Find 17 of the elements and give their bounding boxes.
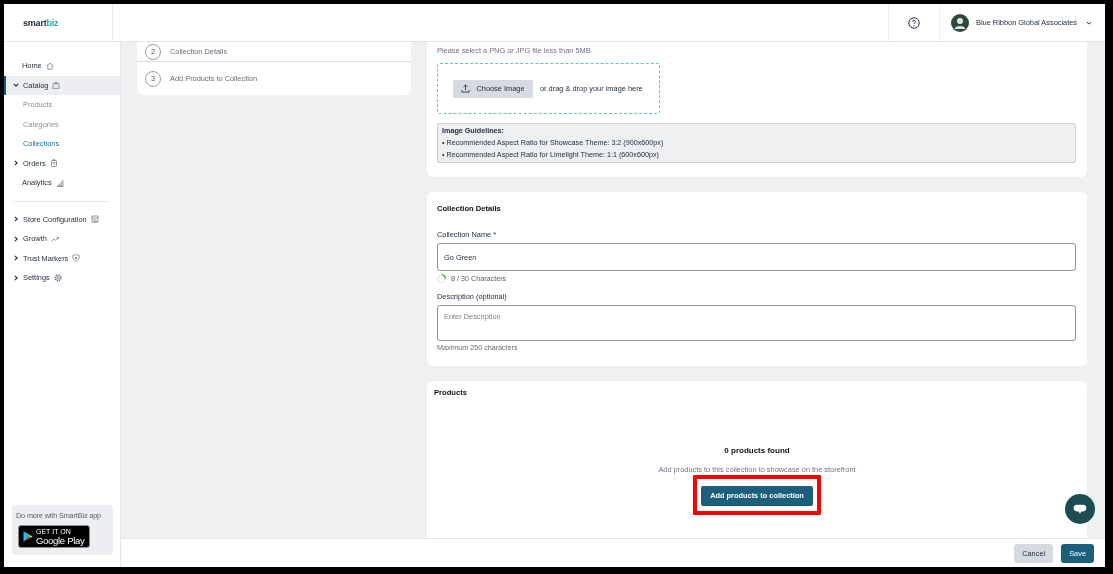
home-icon [45, 61, 54, 70]
logo: smartbiz [23, 17, 59, 28]
settings-icon [53, 273, 62, 282]
speech-bubble-icon [1073, 503, 1087, 515]
help-icon[interactable] [908, 16, 920, 29]
chevron-down-icon [1086, 20, 1093, 25]
empty-state-title: 0 products found [724, 446, 790, 456]
trend-up-icon [50, 234, 59, 243]
progress-ring-icon [437, 274, 446, 283]
bar-chart-icon [55, 178, 64, 187]
avatar-icon [951, 13, 969, 32]
shopping-bag-icon [52, 81, 61, 90]
clipboard-icon [49, 159, 58, 168]
store-icon [90, 215, 99, 224]
upload-icon [461, 84, 471, 93]
play-triangle-icon [23, 531, 33, 542]
shield-icon [72, 254, 81, 263]
